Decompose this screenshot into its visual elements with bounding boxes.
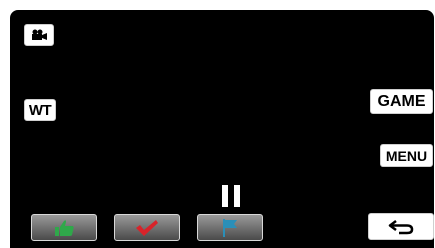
checkmark-icon bbox=[136, 219, 158, 236]
pause-icon bbox=[222, 185, 240, 207]
back-button[interactable] bbox=[368, 213, 434, 240]
check-button[interactable] bbox=[114, 214, 180, 241]
camera-screen: WT GAME MENU bbox=[10, 10, 434, 248]
flag-button[interactable] bbox=[197, 214, 263, 241]
game-button[interactable]: GAME bbox=[370, 89, 433, 114]
menu-button[interactable]: MENU bbox=[380, 144, 433, 167]
video-mode-button[interactable] bbox=[24, 24, 54, 46]
video-camera-icon bbox=[32, 29, 47, 40]
flag-icon bbox=[223, 218, 237, 237]
return-arrow-icon bbox=[388, 219, 414, 234]
thumbs-up-icon bbox=[55, 219, 74, 236]
rating-button[interactable] bbox=[31, 214, 97, 241]
zoom-wt-button[interactable]: WT bbox=[24, 99, 56, 121]
